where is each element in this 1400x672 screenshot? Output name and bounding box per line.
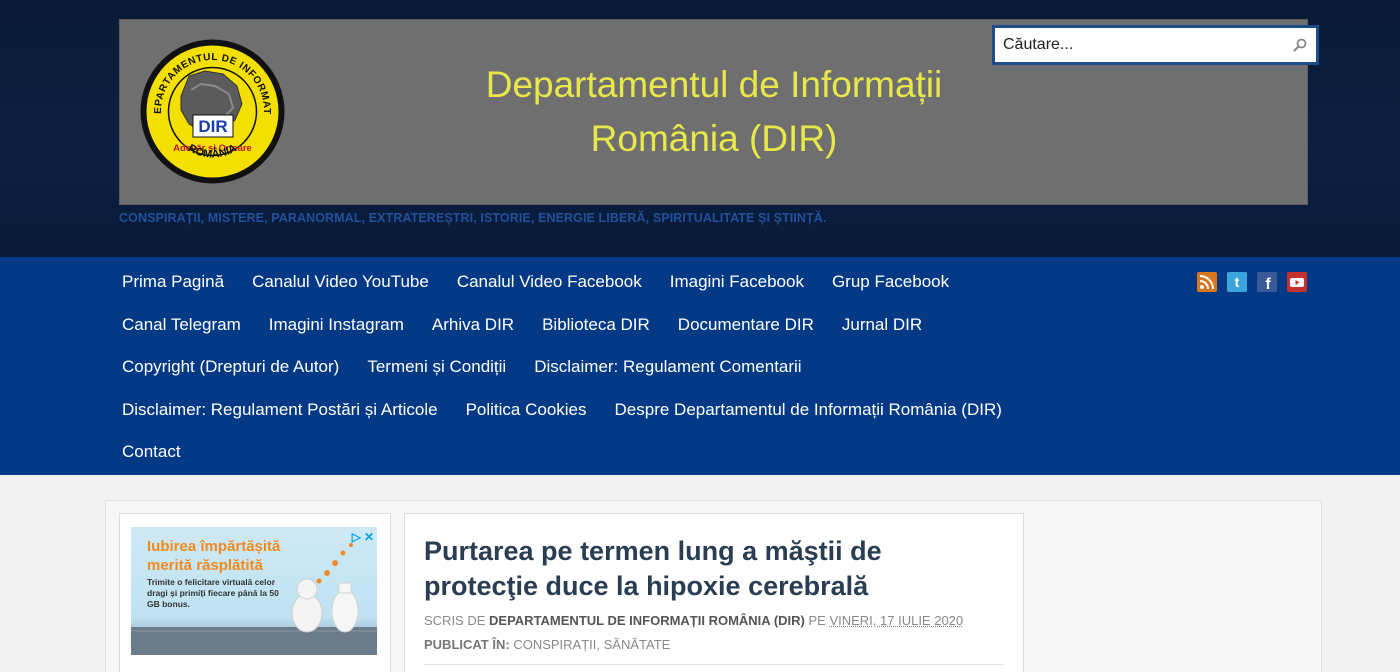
nav-item-despre[interactable]: Despre Departamentul de Informații Român…: [601, 400, 1016, 420]
nav-row: Prima Pagină Canalul Video YouTube Canal…: [108, 261, 1168, 304]
nav-item-biblioteca-dir[interactable]: Biblioteca DIR: [528, 315, 664, 335]
article-meta: SCRIS DE DEPARTAMENTUL DE INFORMAȚII ROM…: [424, 609, 1014, 657]
ad-illustration: [131, 543, 377, 655]
article-card: Purtarea pe termen lung a măştii de prot…: [404, 513, 1024, 672]
nav-item-canal-telegram[interactable]: Canal Telegram: [108, 315, 255, 335]
nav-item-regulament-comentarii[interactable]: Disclaimer: Regulament Comentarii: [520, 357, 815, 377]
site-title-line1: Departamentul de Informații: [485, 64, 943, 105]
nav-item-imagini-facebook[interactable]: Imagini Facebook: [656, 272, 818, 292]
nav-item-copyright[interactable]: Copyright (Drepturi de Autor): [108, 357, 353, 377]
nav-item-canalul-video-youtube[interactable]: Canalul Video YouTube: [238, 272, 443, 292]
facebook-icon[interactable]: f: [1257, 272, 1277, 293]
site-title-line2: România (DIR): [590, 118, 838, 159]
article-divider: [424, 664, 1004, 665]
svg-text:f: f: [1265, 276, 1271, 292]
search-input[interactable]: [1003, 36, 1292, 54]
written-by-label: SCRIS DE: [424, 613, 486, 628]
nav-row: Copyright (Drepturi de Autor) Termeni și…: [108, 346, 1168, 389]
ad-banner[interactable]: Iubirea împărtășită merită răsplătită Tr…: [131, 527, 377, 655]
nav-item-documentare-dir[interactable]: Documentare DIR: [664, 315, 828, 335]
article-categories-line: PUBLICAT ÎN: CONSPIRAȚII, SĂNĂTATE: [424, 633, 1014, 657]
article-date: VINERI, 17 IULIE 2020: [829, 613, 964, 628]
search-box[interactable]: [992, 25, 1319, 65]
main-navigation: Prima Pagină Canalul Video YouTube Canal…: [0, 257, 1400, 475]
youtube-icon[interactable]: [1287, 272, 1307, 292]
nav-item-grup-facebook[interactable]: Grup Facebook: [818, 272, 963, 292]
article-author[interactable]: DEPARTAMENTUL DE INFORMAȚII ROMÂNIA (DIR…: [489, 613, 805, 628]
nav-item-contact[interactable]: Contact: [108, 442, 195, 462]
social-icons: t f: [1197, 272, 1307, 293]
on-label: PE: [808, 613, 826, 628]
nav-row: Disclaimer: Regulament Postări și Artico…: [108, 389, 1168, 432]
published-in-label: PUBLICAT ÎN:: [424, 637, 510, 652]
nav-row: Canal Telegram Imagini Instagram Arhiva …: [108, 304, 1168, 347]
nav-item-jurnal-dir[interactable]: Jurnal DIR: [828, 315, 936, 335]
nav-item-regulament-postari[interactable]: Disclaimer: Regulament Postări și Artico…: [108, 400, 452, 420]
logo-emblem: DIR DEPARTAMENTUL DE INFORMATII Adevăr ș…: [135, 30, 285, 184]
nav-item-canalul-video-facebook[interactable]: Canalul Video Facebook: [443, 272, 656, 292]
nav-row: Contact: [108, 431, 1168, 474]
article-categories[interactable]: CONSPIRAȚII, SĂNĂTATE: [513, 637, 670, 652]
nav-item-termeni-si-conditii[interactable]: Termeni și Condiții: [353, 357, 520, 377]
nav-item-arhiva-dir[interactable]: Arhiva DIR: [418, 315, 528, 335]
nav-item-prima-pagina[interactable]: Prima Pagină: [108, 272, 238, 292]
rss-icon[interactable]: [1197, 272, 1217, 292]
article-title[interactable]: Purtarea pe termen lung a măştii de prot…: [424, 534, 984, 604]
article-byline: SCRIS DE DEPARTAMENTUL DE INFORMAȚII ROM…: [424, 609, 1014, 633]
site-tagline: CONSPIRAȚII, MISTERE, PARANORMAL, EXTRAT…: [119, 211, 827, 225]
svg-text:t: t: [1235, 274, 1240, 290]
search-icon[interactable]: [1292, 37, 1308, 53]
nav-item-politica-cookies[interactable]: Politica Cookies: [452, 400, 601, 420]
nav-menu: Prima Pagină Canalul Video YouTube Canal…: [108, 261, 1168, 474]
site-title[interactable]: Departamentul de Informații România (DIR…: [420, 58, 1008, 166]
site-logo[interactable]: DIR DEPARTAMENTUL DE INFORMATII Adevăr ș…: [135, 30, 286, 185]
nav-item-imagini-instagram[interactable]: Imagini Instagram: [255, 315, 418, 335]
logo-badge-text: DIR: [198, 117, 227, 136]
twitter-icon[interactable]: t: [1227, 272, 1247, 292]
